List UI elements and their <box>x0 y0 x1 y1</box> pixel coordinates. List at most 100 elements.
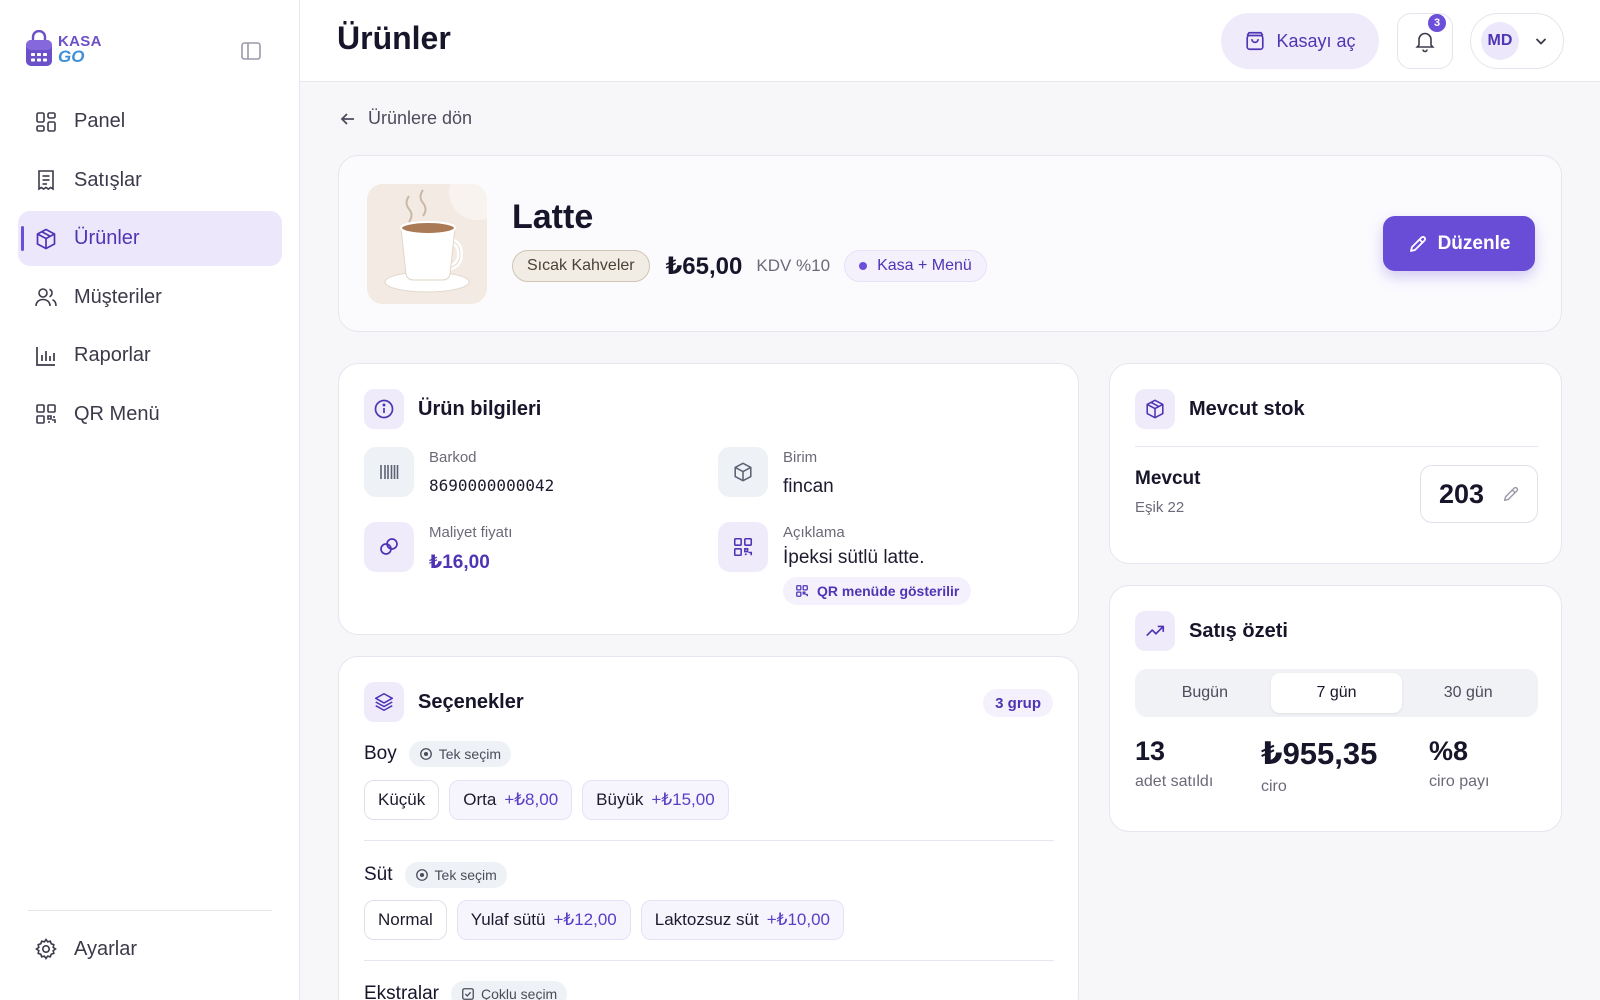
selection-mode-badge: Çoklu seçim <box>450 981 568 1000</box>
option-chip[interactable]: Küçük <box>364 780 440 820</box>
page-title: Ürünler <box>337 20 451 56</box>
sidebar-divider <box>28 910 272 911</box>
logo-line-2: GO <box>58 47 85 66</box>
coins-icon <box>380 538 398 555</box>
option-chip[interactable]: Büyük +₺15,00 <box>582 780 729 820</box>
notifications-button[interactable]: 3 <box>1397 13 1453 69</box>
options-card-title: Seçenekler <box>418 690 524 713</box>
cost-icon-box <box>364 522 414 572</box>
chevron-down-icon <box>1535 38 1547 45</box>
product-meta-row: Sıcak Kahveler ₺65,00 KDV %10 Kasa + Men… <box>512 250 987 282</box>
sidebar-toggle-button[interactable] <box>240 40 262 62</box>
units-sold-stat: 13 adet satıldı <box>1135 736 1213 791</box>
option-price-delta: +₺10,00 <box>766 910 831 929</box>
product-price: ₺65,00 <box>665 252 743 280</box>
option-chips: Küçük Orta +₺8,00 Büyük +₺15,00 <box>364 780 729 820</box>
sidebar-item-label: Müşteriler <box>74 285 162 308</box>
sidebar-item-musteriler[interactable]: Müşteriler <box>18 270 282 325</box>
option-label: Küçük <box>378 790 426 809</box>
sidebar-item-label: Satışlar <box>74 168 142 191</box>
cost-field: Maliyet fiyatı ₺16,00 <box>364 522 512 574</box>
radio-circle-icon <box>415 869 428 881</box>
sidebar-item-satislar[interactable]: Satışlar <box>18 153 282 208</box>
sidebar-item-label: Panel <box>74 110 126 132</box>
description-value: İpeksi sütlü latte. <box>783 547 925 568</box>
selection-mode-label: Tek seçim <box>438 746 501 762</box>
option-chip[interactable]: Laktozsuz süt +₺10,00 <box>640 900 845 940</box>
option-label: Orta <box>463 790 497 809</box>
gear-icon <box>35 938 57 960</box>
cost-label: Maliyet fiyatı <box>429 524 513 541</box>
avatar: MD <box>1481 22 1519 60</box>
shopping-bag-logo-icon <box>26 30 52 66</box>
unit-field: Birim fincan <box>718 447 834 498</box>
info-icon <box>374 399 394 419</box>
option-group-title: Süt Tek seçim <box>364 862 507 888</box>
layers-icon <box>374 692 394 712</box>
option-label: Normal <box>378 910 433 929</box>
tab-bugun[interactable]: Bugün <box>1139 673 1271 713</box>
tab-7-gun[interactable]: 7 gün <box>1270 673 1403 713</box>
box-icon <box>734 462 752 482</box>
settings-label: Ayarlar <box>74 937 137 960</box>
product-info-card: Ürün bilgileri Barkod 8690000000042 Biri… <box>338 363 1079 635</box>
option-group-name: Süt <box>364 864 393 885</box>
description-field: Açıklama İpeksi sütlü latte. QR menüde g… <box>718 522 972 605</box>
product-image <box>367 184 487 304</box>
stock-value: 203 <box>1439 478 1485 509</box>
option-label: Laktozsuz süt <box>654 910 759 929</box>
group-count-badge: 3 grup <box>983 689 1053 717</box>
sidebar-item-label: Ürünler <box>74 227 140 250</box>
sidebar-item-label: Raporlar <box>74 344 151 367</box>
barcode-icon-box <box>364 447 414 497</box>
app-logo[interactable]: KASA GO <box>24 30 102 68</box>
option-price-delta: +₺15,00 <box>651 790 715 809</box>
users-icon <box>35 288 57 307</box>
sidebar-item-qr-menu[interactable]: QR Menü <box>18 387 282 442</box>
bell-icon <box>1415 32 1435 53</box>
revenue-stat: ₺955,35 ciro <box>1261 736 1377 796</box>
pencil-icon[interactable] <box>1502 485 1520 503</box>
stock-quantity-field[interactable]: 203 <box>1420 465 1538 523</box>
selection-mode-label: Tek seçim <box>434 867 497 883</box>
pencil-icon <box>1409 235 1426 252</box>
category-badge: Sıcak Kahveler <box>512 250 650 282</box>
sales-summary-card: Satış özeti Bugün 7 gün 30 gün 13 adet s… <box>1109 585 1562 832</box>
description-icon-box <box>718 522 768 572</box>
option-price-delta: +₺8,00 <box>504 790 559 809</box>
stock-card: Mevcut stok Mevcut Eşik 22 203 <box>1109 363 1562 564</box>
sidebar: KASA GO Panel Satışlar Ürünler Müşterile… <box>0 0 300 1000</box>
option-chip[interactable]: Yulaf sütü +₺12,00 <box>456 900 631 940</box>
bar-chart-icon <box>36 346 55 366</box>
selection-mode-label: Çoklu seçim <box>480 986 558 1000</box>
sales-icon-box <box>1135 611 1175 651</box>
option-price-delta: +₺12,00 <box>553 910 617 929</box>
sidebar-item-panel[interactable]: Panel <box>18 94 282 149</box>
open-register-button[interactable]: Kasayı aç <box>1221 13 1379 69</box>
option-label: Büyük <box>596 790 644 809</box>
barcode-value: 8690000000042 <box>429 476 555 495</box>
barcode-field: Barkod 8690000000042 <box>364 447 554 497</box>
option-chip[interactable]: Orta +₺8,00 <box>449 780 573 820</box>
sidebar-nav: Panel Satışlar Ürünler Müşteriler Raporl… <box>18 94 282 446</box>
stock-label: Mevcut <box>1135 468 1201 489</box>
back-to-products-link[interactable]: Ürünlere dön <box>338 108 472 129</box>
sidebar-item-raporlar[interactable]: Raporlar <box>18 328 282 383</box>
open-register-label: Kasayı aç <box>1276 30 1356 51</box>
option-chip[interactable]: Normal <box>364 900 447 940</box>
selection-mode-badge: Tek seçim <box>408 741 511 767</box>
cost-value: ₺16,00 <box>429 552 490 573</box>
sidebar-item-urunler[interactable]: Ürünler <box>18 211 282 267</box>
revenue-value: ₺955,35 <box>1261 736 1378 771</box>
unit-value: fincan <box>783 476 834 497</box>
sidebar-item-ayarlar[interactable]: Ayarlar <box>34 924 137 974</box>
qr-code-icon <box>36 404 56 425</box>
option-label: Yulaf sütü <box>470 910 546 929</box>
tab-30-gun[interactable]: 30 gün <box>1402 673 1534 713</box>
qr-menu-note: QR menüde gösterilir <box>817 583 960 599</box>
description-label: Açıklama <box>783 524 845 541</box>
user-menu-button[interactable]: MD <box>1470 13 1564 69</box>
edit-product-button[interactable]: Düzenle <box>1383 216 1535 271</box>
edit-label: Düzenle <box>1437 232 1511 254</box>
barcode-icon <box>380 465 399 479</box>
